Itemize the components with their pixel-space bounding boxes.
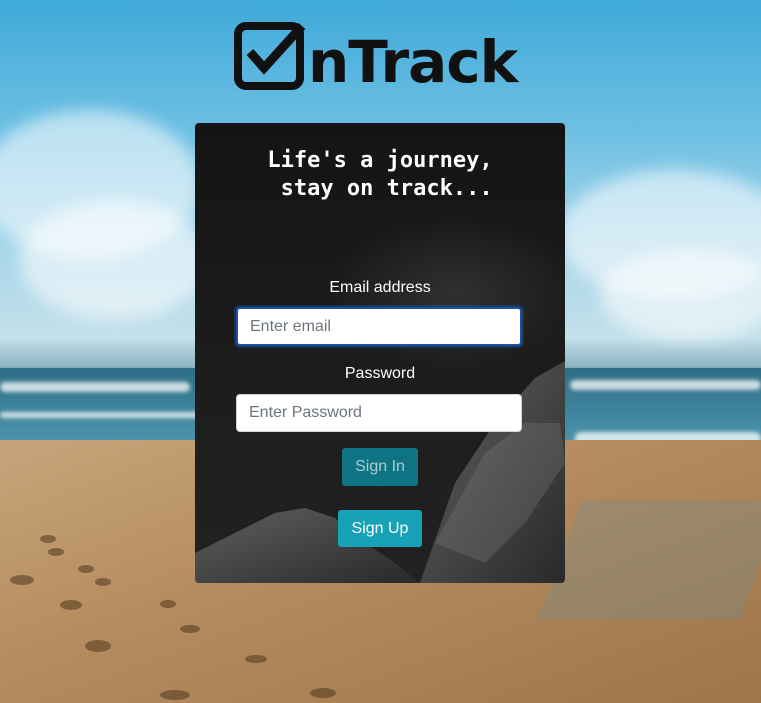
email-input[interactable] [236,307,522,346]
cloud [600,250,761,340]
sign-in-button[interactable]: Sign In [342,448,418,486]
footprint [48,548,64,556]
footprint [245,655,267,663]
ontrack-logo: nTrack [234,20,518,96]
sign-up-button[interactable]: Sign Up [338,510,422,547]
password-input[interactable] [236,394,522,432]
footprint [160,600,176,608]
footprint [310,688,336,698]
footprint [180,625,200,633]
cloud [20,200,210,320]
beach-background: nTrack Life's a journey, stay on track..… [0,0,761,703]
footprint [40,535,56,543]
tagline: Life's a journey, stay on track... [267,148,493,201]
footprint [78,565,94,573]
checkbox-check-icon [234,22,306,90]
wave-foam [0,412,200,418]
logo-text: nTrack [308,28,518,96]
email-label: Email address [329,279,431,296]
footprint [160,690,190,700]
footprint [95,578,111,586]
footprint [60,600,82,610]
wave-foam [0,382,190,392]
footprint [85,640,111,652]
password-label: Password [344,365,416,382]
login-card: Life's a journey, stay on track... Email… [195,123,565,583]
footprint [10,575,34,585]
wave-foam [570,380,761,390]
